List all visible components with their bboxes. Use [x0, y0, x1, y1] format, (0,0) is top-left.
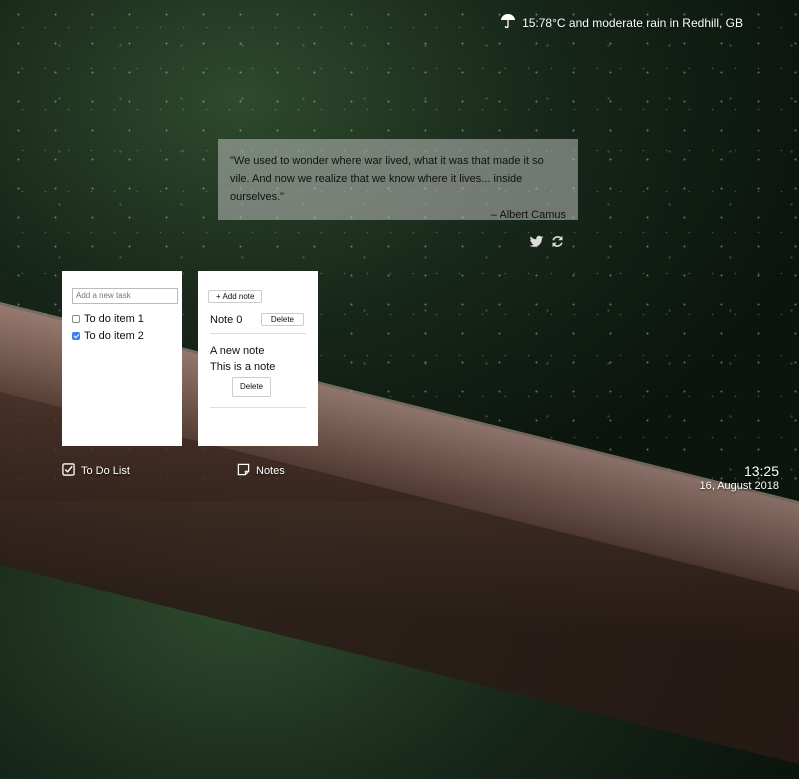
note-item: Note 0 Delete	[210, 313, 306, 326]
todo-item-label: To do item 2	[84, 329, 144, 342]
todo-item-label: To do item 1	[84, 312, 144, 325]
note-divider	[210, 407, 306, 408]
todo-checkbox[interactable]	[72, 331, 80, 340]
note-icon	[237, 463, 250, 479]
notes-panel: + Add note Note 0 Delete A new note This…	[198, 271, 318, 446]
checkbox-icon	[62, 463, 75, 479]
clock-date: 16, August 2018	[699, 480, 779, 492]
clock-widget: 13:25 16, August 2018	[699, 463, 779, 492]
delete-note-button[interactable]: Delete	[260, 313, 304, 326]
todo-item[interactable]: To do item 1	[72, 313, 172, 325]
quote-actions	[529, 234, 565, 249]
note-title: A new note	[210, 345, 265, 357]
dock-todo-list[interactable]: To Do List	[62, 463, 130, 479]
todo-item[interactable]: To do item 2	[72, 330, 172, 342]
quote-box: "We used to wonder where war lived, what…	[218, 139, 578, 221]
note-body: This is a note	[210, 361, 276, 373]
note-title: Note 0	[210, 313, 243, 326]
dock-todo-label: To Do List	[81, 465, 130, 477]
quote-author: – Albert Camus	[490, 209, 566, 221]
refresh-icon[interactable]	[550, 234, 565, 249]
delete-note-button[interactable]: Delete	[232, 377, 272, 397]
dock-notes-label: Notes	[256, 465, 285, 477]
clock-time: 13:25	[743, 463, 779, 479]
weather-text: 15:78°C and moderate rain in Redhill, GB	[522, 15, 743, 30]
note-item: A new note This is a note Delete	[210, 333, 306, 397]
umbrella-icon	[500, 13, 516, 32]
dock-notes[interactable]: Notes	[237, 463, 285, 479]
todo-checkbox[interactable]	[72, 314, 80, 323]
weather-widget: 15:78°C and moderate rain in Redhill, GB	[500, 13, 743, 32]
new-task-input[interactable]	[72, 287, 178, 304]
add-note-button[interactable]: + Add note	[208, 290, 263, 303]
todo-panel: To do item 1 To do item 2	[62, 271, 182, 446]
quote-text: "We used to wonder where war lived, what…	[230, 155, 544, 203]
twitter-icon[interactable]	[529, 234, 544, 249]
